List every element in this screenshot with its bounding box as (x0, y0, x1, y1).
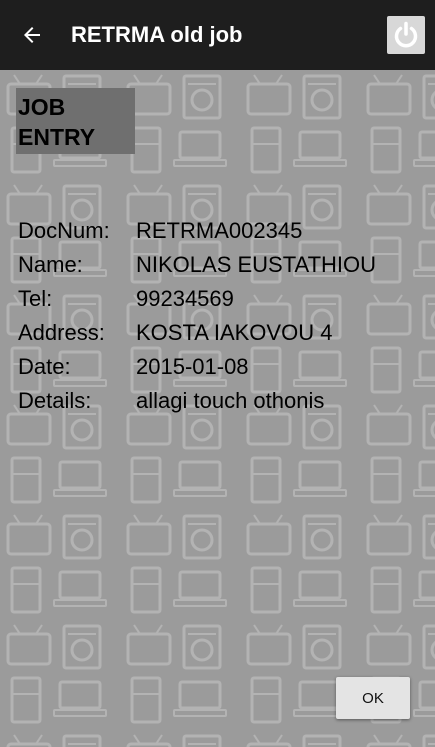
ok-button[interactable]: OK (336, 677, 410, 719)
app-bar: RETRMA old job (0, 0, 435, 70)
app-bar-title: RETRMA old job (71, 22, 243, 47)
address-value: KOSTA IAKOVOU 4 (136, 320, 333, 345)
docnum-label: DocNum: (18, 218, 110, 243)
address-label: Address: (18, 320, 105, 345)
power-button[interactable] (387, 16, 425, 54)
date-label: Date: (18, 354, 71, 379)
name-value: NIKOLAS EUSTATHIOU (136, 252, 377, 277)
name-label: Name: (18, 252, 83, 277)
docnum-value: RETRMA002345 (136, 218, 303, 243)
details-label: Details: (18, 388, 92, 413)
back-button[interactable] (12, 15, 52, 55)
details-value: allagi touch othonis (136, 388, 325, 413)
job-entry-screen: RETRMA old job JOB ENTRY DocNum: RETRMA0… (0, 0, 435, 747)
tel-value: 99234569 (136, 286, 234, 311)
date-value: 2015-01-08 (136, 354, 249, 379)
heading-line-2: ENTRY (18, 124, 96, 150)
arrow-left-icon (24, 27, 40, 43)
tel-label: Tel: (18, 286, 53, 311)
power-icon (394, 21, 418, 48)
job-entry-heading: JOB ENTRY (16, 88, 135, 154)
heading-line-1: JOB (18, 94, 66, 120)
